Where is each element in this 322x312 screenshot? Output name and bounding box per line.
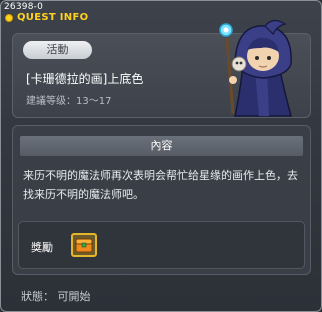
quest-status: 狀態： 可開始 xyxy=(21,290,91,303)
content-header: 內容 xyxy=(20,136,303,156)
title-bullet-icon xyxy=(5,13,13,22)
reward-section: 獎勵 xyxy=(18,221,305,269)
reward-item-slot[interactable] xyxy=(71,233,97,257)
title-bar[interactable]: QUEST INFO xyxy=(5,12,88,23)
recommended-level: 建議等级：13～17 xyxy=(26,96,112,107)
orange-treasure-box-icon xyxy=(75,238,93,253)
window-title: QUEST INFO xyxy=(17,12,89,23)
reward-label: 獎勵 xyxy=(31,241,53,254)
window-id-label: 26398-0 xyxy=(4,2,44,12)
quest-description: 来历不明的魔法师再次表明会帮忙给星缘的画作上色，去找来历不明的魔法师吧。 xyxy=(23,169,298,201)
quest-name: [卡珊德拉的画]上底色 xyxy=(26,72,144,86)
content-panel: 內容 来历不明的魔法师再次表明会帮忙给星缘的画作上色，去找来历不明的魔法师吧。 … xyxy=(12,125,311,275)
dark-wizard-npc-icon xyxy=(219,19,292,117)
quest-info-window: 26398-0 QUEST INFO 活動 [卡珊德拉的画]上底色 建議等级：1… xyxy=(0,0,322,312)
quest-type-badge: 活動 xyxy=(23,41,92,59)
